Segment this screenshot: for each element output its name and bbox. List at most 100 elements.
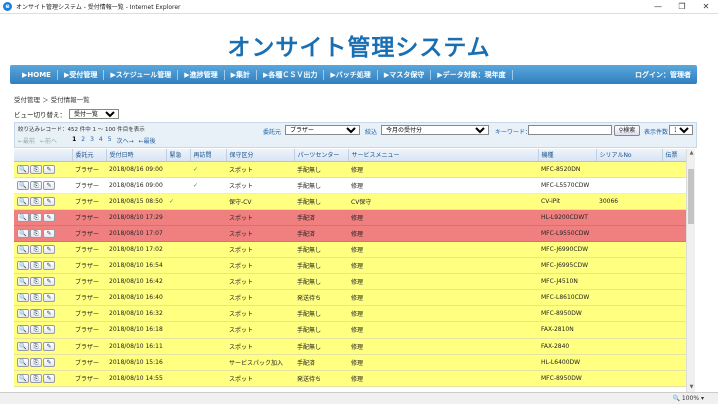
nav-csv-export[interactable]: ▶各種ＣＳＶ出力 [257, 69, 325, 80]
copy-button[interactable]: ⎘ [30, 373, 42, 383]
copy-button[interactable]: ⎘ [30, 228, 42, 238]
period-select[interactable]: 今月の受付分 [381, 125, 489, 135]
table-row[interactable]: 🔍 ⎘ ✎ ブラザー 2018/08/16 09:00 ✓ スポット 手配無し 修理 MFC-85… [14, 161, 686, 178]
scroll-down-icon[interactable]: ▼ [687, 383, 696, 392]
view-button[interactable]: 🔍 [17, 164, 29, 174]
copy-button[interactable]: ⎘ [30, 245, 42, 255]
copy-button[interactable]: ⎘ [30, 164, 42, 174]
col-revisit[interactable]: 再訪問 [190, 149, 227, 162]
restore-icon[interactable]: ❐ [670, 0, 694, 14]
edit-button[interactable]: ✎ [43, 325, 55, 335]
edit-button[interactable]: ✎ [43, 212, 55, 222]
col-serial[interactable]: シリアルNo [596, 149, 663, 162]
pager-prev[interactable]: ←前へ [40, 136, 57, 145]
table-row[interactable]: 🔍 ⎘ ✎ ブラザー 2018/08/10 16:40 スポット 発送待ち 修理 MFC-L86… [14, 289, 686, 307]
nav-home[interactable]: ▶HOME [16, 69, 58, 80]
keyword-input[interactable] [528, 125, 612, 135]
view-select[interactable]: 受付一覧 [69, 109, 119, 119]
copy-button[interactable]: ⎘ [30, 261, 42, 271]
col-parts[interactable]: パーツセンター [294, 149, 349, 162]
nav-reception[interactable]: ▶受付管理 [58, 69, 105, 80]
view-button[interactable]: 🔍 [17, 373, 29, 383]
count-select[interactable]: 100 [669, 125, 693, 135]
table-row[interactable]: 🔍 ⎘ ✎ ブラザー 2018/08/15 08:50 ✓ 保守-CV 手配無し CV保守 CV-… [14, 193, 686, 210]
pager-next[interactable]: 次へ→ [117, 136, 134, 145]
view-button[interactable]: 🔍 [17, 245, 29, 255]
col-client[interactable]: 委託元 [72, 149, 107, 162]
copy-button[interactable]: ⎘ [30, 325, 42, 335]
edit-button[interactable]: ✎ [43, 309, 55, 319]
pager-last[interactable]: ←最後 [139, 136, 156, 145]
nav-summary[interactable]: ▶集計 [225, 69, 258, 80]
table-row[interactable]: 🔍 ⎘ ✎ ブラザー 2018/08/10 17:07 スポット 手配済 修理 MFC-L955… [14, 225, 686, 242]
col-menu[interactable]: サービスメニュー [348, 149, 539, 162]
copy-button[interactable]: ⎘ [30, 341, 42, 351]
edit-button[interactable]: ✎ [43, 293, 55, 303]
minimize-icon[interactable]: — [646, 0, 670, 14]
view-button[interactable]: 🔍 [17, 261, 29, 271]
table-row[interactable]: 🔍 ⎘ ✎ ブラザー 2018/08/10 16:54 スポット 手配無し 修理 MFC-J69… [14, 257, 686, 275]
table-row[interactable]: 🔍 ⎘ ✎ ブラザー 2018/08/10 17:02 スポット 手配無し 修理 MFC-J69… [14, 241, 686, 259]
view-button[interactable]: 🔍 [17, 228, 29, 238]
search-button[interactable]: ⚲検索 [614, 125, 640, 136]
copy-button[interactable]: ⎘ [30, 293, 42, 303]
pager-page-1[interactable]: 1 [72, 136, 76, 145]
view-button[interactable]: 🔍 [17, 196, 29, 206]
table-row[interactable]: 🔍 ⎘ ✎ ブラザー 2018/08/10 16:32 スポット 手配無し 修理 MFC-895… [14, 305, 686, 323]
table-row[interactable]: 🔍 ⎘ ✎ ブラザー 2018/08/10 16:18 スポット 手配無し 修理 FAX-281… [14, 321, 686, 339]
copy-icon: ⎘ [33, 262, 39, 270]
scroll-up-icon[interactable]: ▲ [687, 149, 696, 158]
copy-button[interactable]: ⎘ [30, 180, 42, 190]
pager-page-2[interactable]: 2 [81, 136, 85, 145]
client-select[interactable]: ブラザー [285, 125, 360, 135]
edit-button[interactable]: ✎ [43, 261, 55, 271]
edit-button[interactable]: ✎ [43, 228, 55, 238]
table-row[interactable]: 🔍 ⎘ ✎ ブラザー 2018/08/10 16:11 スポット 手配無し 修理 FAX-284… [14, 338, 686, 355]
close-icon[interactable]: ✕ [694, 0, 718, 14]
edit-button[interactable]: ✎ [43, 277, 55, 287]
edit-button[interactable]: ✎ [43, 373, 55, 383]
pager-page-3[interactable]: 3 [90, 136, 94, 145]
col-model[interactable]: 機種 [538, 149, 597, 162]
copy-button[interactable]: ⎘ [30, 309, 42, 319]
col-slip[interactable]: 伝票 [662, 149, 687, 162]
edit-button[interactable]: ✎ [43, 245, 55, 255]
edit-button[interactable]: ✎ [43, 341, 55, 351]
magnifier-icon: 🔍 [19, 197, 27, 205]
pager-page-5[interactable]: 5 [108, 136, 112, 145]
vertical-scrollbar[interactable]: ▲ ▼ [686, 149, 695, 392]
view-button[interactable]: 🔍 [17, 325, 29, 335]
view-button[interactable]: 🔍 [17, 212, 29, 222]
copy-button[interactable]: ⎘ [30, 357, 42, 367]
table-row[interactable]: 🔍 ⎘ ✎ ブラザー 2018/08/10 15:16 サービスパック加入 手配済 修理 HL-… [14, 354, 686, 371]
edit-button[interactable]: ✎ [43, 164, 55, 174]
table-row[interactable]: 🔍 ⎘ ✎ ブラザー 2018/08/10 16:42 スポット 手配無し 修理 MFC-J45… [14, 273, 686, 291]
table-row[interactable]: 🔍 ⎘ ✎ ブラザー 2018/08/10 17:29 スポット 手配済 修理 HL-L9200… [14, 209, 686, 226]
copy-button[interactable]: ⎘ [30, 212, 42, 222]
edit-button[interactable]: ✎ [43, 357, 55, 367]
view-button[interactable]: 🔍 [17, 277, 29, 287]
view-button[interactable]: 🔍 [17, 357, 29, 367]
view-button[interactable]: 🔍 [17, 180, 29, 190]
edit-button[interactable]: ✎ [43, 196, 55, 206]
view-button[interactable]: 🔍 [17, 341, 29, 351]
view-button[interactable]: 🔍 [17, 309, 29, 319]
table-row[interactable]: 🔍 ⎘ ✎ ブラザー 2018/08/10 14:55 スポット 発送待ち 修理 MFC-895… [14, 370, 686, 387]
pager-first[interactable]: ←最前 [18, 136, 35, 145]
edit-button[interactable]: ✎ [43, 180, 55, 190]
col-maint[interactable]: 保守区分 [226, 149, 295, 162]
col-urgent[interactable]: 緊急 [166, 149, 191, 162]
nav-progress[interactable]: ▶進捗管理 [178, 69, 225, 80]
pager-page-4[interactable]: 4 [99, 136, 103, 145]
nav-master[interactable]: ▶マスタ保守 [378, 69, 432, 80]
scroll-thumb[interactable] [688, 169, 694, 224]
copy-button[interactable]: ⎘ [30, 196, 42, 206]
nav-schedule[interactable]: ▶スケジュール管理 [104, 69, 179, 80]
nav-data-target[interactable]: ▶データ対象：現年度 [431, 69, 513, 80]
table-row[interactable]: 🔍 ⎘ ✎ ブラザー 2018/08/16 09:00 ✓ スポット 手配無し 修理 MFC-L5… [14, 177, 686, 194]
nav-batch[interactable]: ▶バッチ処理 [324, 69, 378, 80]
view-button[interactable]: 🔍 [17, 293, 29, 303]
col-date[interactable]: 受付日時 [106, 149, 167, 162]
zoom-level[interactable]: 🔍 100% ▾ [673, 395, 704, 402]
copy-button[interactable]: ⎘ [30, 277, 42, 287]
